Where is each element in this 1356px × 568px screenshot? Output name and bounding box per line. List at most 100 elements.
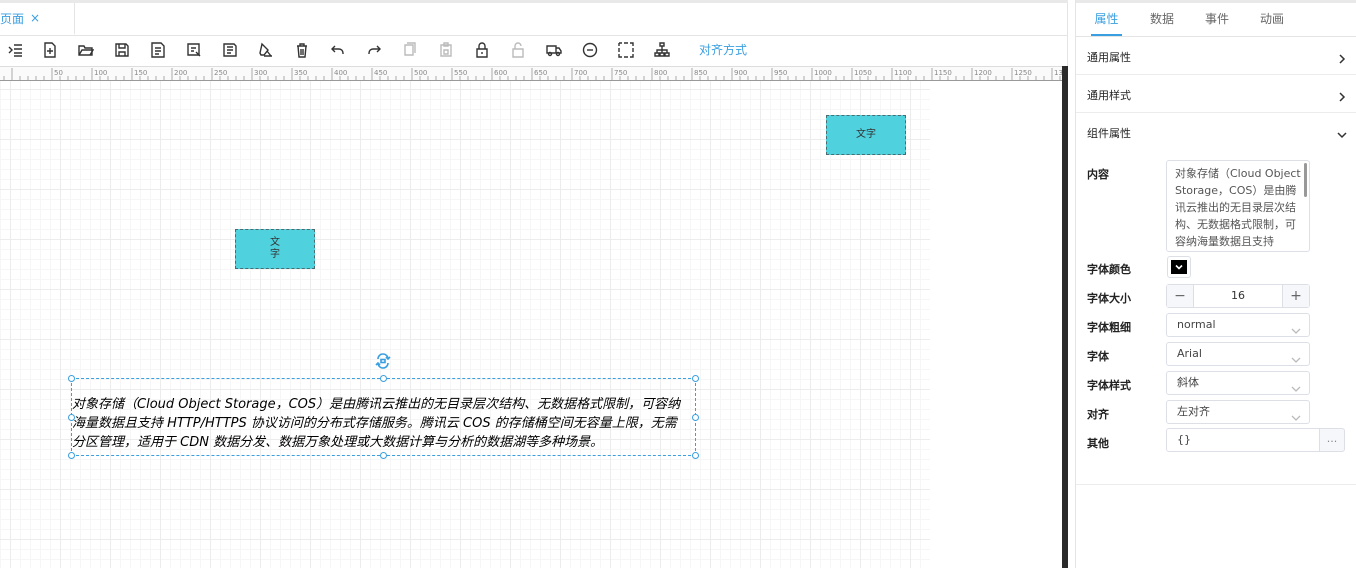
font-color-label: 字体颜色	[1087, 263, 1131, 276]
redo-icon[interactable]	[364, 41, 384, 59]
font-size-stepper[interactable]: − 16 +	[1166, 284, 1310, 308]
chevron-down-icon	[1291, 321, 1301, 334]
chevron-down-icon	[1291, 408, 1301, 421]
section-component-props[interactable]: 组件属性	[1076, 113, 1356, 151]
font-size-value[interactable]: 16	[1194, 285, 1282, 307]
resize-handle-bottom-right[interactable]	[692, 452, 699, 459]
other-input[interactable]: {}	[1166, 428, 1320, 452]
section-component-props-label: 组件属性	[1087, 127, 1131, 140]
marquee-icon[interactable]	[616, 41, 636, 59]
ruler-label: 300	[254, 69, 267, 77]
text-component-2-label: 文字	[270, 237, 280, 260]
align-menu-button[interactable]: 对齐方式	[699, 41, 747, 58]
section-common-style[interactable]: 通用样式	[1076, 75, 1356, 113]
resize-handle-bottom[interactable]	[380, 452, 387, 459]
circle-icon[interactable]	[580, 41, 600, 59]
tab-close-icon[interactable]: ×	[30, 11, 40, 25]
ruler-label: 1300	[1054, 69, 1062, 77]
chevron-right-icon	[1337, 87, 1347, 102]
tab-label: 页面	[0, 11, 25, 26]
ruler-label: 1200	[974, 69, 992, 77]
ruler-label: 1000	[814, 69, 832, 77]
tab-properties[interactable]: 属性	[1091, 3, 1122, 36]
selected-text-content: 对象存储（Cloud Object Storage，COS）是由腾讯云推出的无目…	[72, 397, 681, 450]
design-canvas[interactable]: 文字 文字 对象存储（Cloud Object Storage，COS）是由腾讯…	[0, 81, 930, 568]
ruler-label: 1250	[1014, 69, 1032, 77]
ruler-label: 500	[414, 69, 427, 77]
rotate-handle-icon[interactable]	[374, 352, 392, 370]
section-common-props[interactable]: 通用属性	[1076, 37, 1356, 75]
chevron-down-icon	[1291, 379, 1301, 392]
font-style-value: 斜体	[1177, 376, 1199, 389]
decrease-button[interactable]: −	[1167, 285, 1194, 307]
tab-data[interactable]: 数据	[1147, 3, 1177, 36]
other-label: 其他	[1087, 437, 1109, 450]
toolbar: 对齐方式	[0, 36, 1068, 66]
copy-icon[interactable]	[400, 41, 420, 59]
section-common-style-label: 通用样式	[1087, 89, 1131, 102]
unlock-icon[interactable]	[508, 41, 528, 59]
undo-icon[interactable]	[328, 41, 348, 59]
ruler-label: 1050	[854, 69, 872, 77]
resize-handle-bottom-left[interactable]	[68, 452, 75, 459]
delete-icon[interactable]	[292, 41, 312, 59]
canvas-viewport: 文字 文字 对象存储（Cloud Object Storage，COS）是由腾讯…	[0, 81, 1062, 568]
font-weight-label: 字体粗细	[1087, 321, 1131, 334]
ruler-label: 250	[214, 69, 227, 77]
tab-animation[interactable]: 动画	[1257, 3, 1287, 36]
ruler-label: 600	[494, 69, 507, 77]
new-file-icon[interactable]	[40, 41, 60, 59]
chevron-right-icon	[1337, 49, 1347, 64]
color-swatch	[1171, 260, 1187, 274]
content-textarea[interactable]: 对象存储（Cloud Object Storage，COS）是由腾讯云推出的无目…	[1166, 160, 1310, 252]
indent-icon[interactable]	[6, 41, 26, 59]
chevron-down-icon	[1175, 264, 1183, 270]
other-more-button[interactable]: ...	[1319, 428, 1345, 452]
app: 页面 × 对齐方式 50 100 150 200 250 300 350 400 450 500 5…	[0, 0, 1356, 568]
font-size-label: 字体大小	[1087, 292, 1131, 305]
panel-divider[interactable]	[1068, 0, 1075, 568]
tab-bar: 页面 ×	[0, 0, 1068, 36]
ruler-label: 50	[54, 69, 63, 77]
increase-button[interactable]: +	[1282, 285, 1309, 307]
resize-handle-top-right[interactable]	[692, 375, 699, 382]
resize-handle-top-left[interactable]	[68, 375, 75, 382]
font-weight-value: normal	[1177, 318, 1216, 331]
preview-icon[interactable]	[184, 41, 204, 59]
open-folder-icon[interactable]	[76, 41, 96, 59]
ruler-label: 450	[374, 69, 387, 77]
text-component-2[interactable]: 文字	[235, 229, 315, 269]
chevron-down-icon	[1291, 350, 1301, 363]
tab-events[interactable]: 事件	[1202, 3, 1232, 36]
align-label: 对齐	[1087, 408, 1109, 421]
clear-icon[interactable]	[256, 41, 276, 59]
font-family-value: Arial	[1177, 347, 1202, 360]
resize-handle-left[interactable]	[68, 414, 75, 421]
tree-icon[interactable]	[652, 41, 672, 59]
align-value: 左对齐	[1177, 405, 1210, 418]
section-common-props-label: 通用属性	[1087, 51, 1131, 64]
tab-page[interactable]: 页面 ×	[0, 3, 75, 35]
lock-icon[interactable]	[472, 41, 492, 59]
ruler-label: 850	[694, 69, 707, 77]
align-select[interactable]: 左对齐	[1166, 400, 1310, 424]
ruler-label: 100	[94, 69, 107, 77]
content-label: 内容	[1087, 168, 1109, 181]
resize-handle-right[interactable]	[692, 414, 699, 421]
font-color-picker[interactable]	[1167, 256, 1191, 278]
save-as-icon[interactable]	[148, 41, 168, 59]
ruler-label: 550	[454, 69, 467, 77]
font-style-select[interactable]: 斜体	[1166, 371, 1310, 395]
save-icon[interactable]	[112, 41, 132, 59]
code-icon[interactable]	[220, 41, 240, 59]
font-weight-select[interactable]: normal	[1166, 313, 1310, 337]
font-style-label: 字体样式	[1087, 379, 1131, 392]
textarea-scrollbar[interactable]	[1304, 163, 1307, 197]
font-family-select[interactable]: Arial	[1166, 342, 1310, 366]
ruler-label: 700	[574, 69, 587, 77]
resize-handle-top[interactable]	[380, 375, 387, 382]
paste-icon[interactable]	[436, 41, 456, 59]
truck-icon[interactable]	[544, 41, 564, 59]
selected-text-component[interactable]: 对象存储（Cloud Object Storage，COS）是由腾讯云推出的无目…	[68, 375, 699, 459]
text-component-1[interactable]: 文字	[826, 115, 906, 155]
